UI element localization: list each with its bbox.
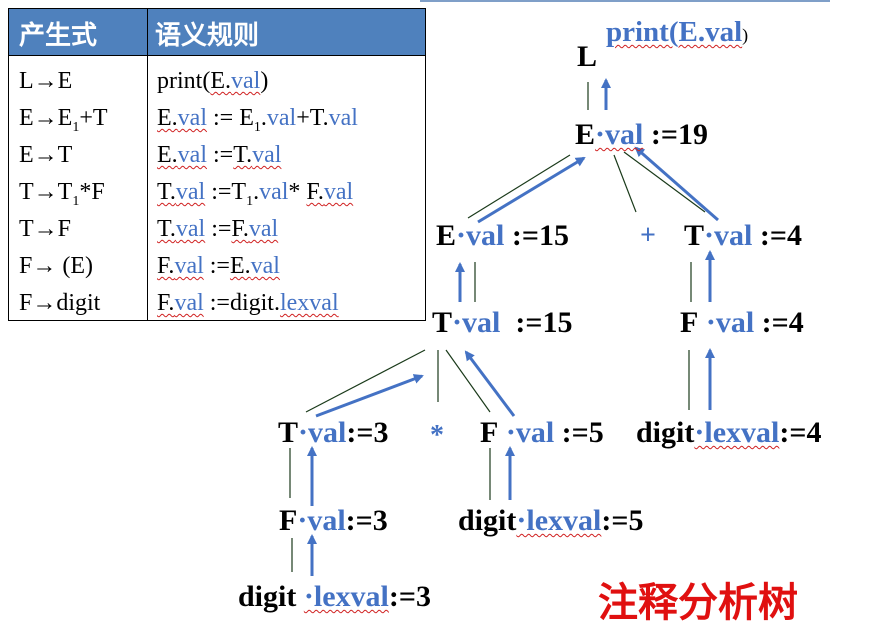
node-F-right: F ·val :=4 [680, 306, 804, 339]
node-T-low: T·val:=3 [278, 416, 389, 449]
node-L: L [577, 40, 598, 73]
node-F-mid: F ·val :=5 [480, 416, 604, 449]
node-F-low: F·val:=3 [279, 504, 388, 537]
node-T-right: T·val :=4 [684, 219, 802, 252]
node-E-left: E·val :=15 [436, 219, 569, 252]
node-L-action: print(E.val) [606, 16, 749, 48]
node-E-root: E·val :=19 [575, 118, 708, 151]
node-digit-mid: digit·lexval:=5 [458, 504, 644, 537]
caption-annotated-parse-tree: 注释分析树 [598, 580, 798, 626]
node-digit-low: digit ·lexval:=3 [238, 580, 431, 613]
symbol-plus: + [640, 220, 656, 251]
node-T-mid: T·val :=15 [432, 306, 573, 339]
node-digit-right: digit·lexval:=4 [636, 416, 822, 449]
symbol-times: * [430, 420, 444, 451]
